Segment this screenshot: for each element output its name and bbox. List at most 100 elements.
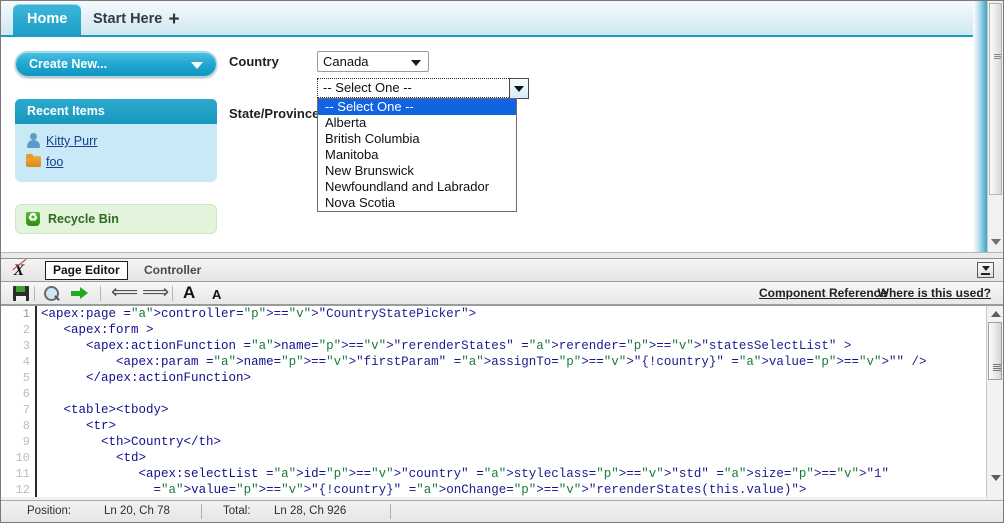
browser-tab-strip: Home Start Here + [1, 1, 1003, 37]
save-icon[interactable] [12, 285, 30, 302]
code-line: <th>Country</th> [41, 434, 985, 450]
create-new-button[interactable]: Create New... [15, 51, 217, 77]
preview-panel: Home Start Here + Create New... Recent I… [1, 1, 1003, 252]
status-bar: Position: Ln 20, Ch 78 Total: Ln 28, Ch … [1, 500, 1003, 522]
tab-home-label: Home [27, 11, 67, 27]
scroll-down-arrow-icon[interactable] [991, 475, 1001, 481]
recycle-bin-link[interactable]: Recycle Bin [15, 204, 217, 234]
recent-item-label: Kitty Purr [46, 134, 97, 148]
increase-font-glyph: A [183, 283, 195, 303]
application-window: Home Start Here + Create New... Recent I… [0, 0, 1004, 523]
line-number: 7 [1, 402, 35, 418]
tab-controller[interactable]: Controller [137, 261, 208, 280]
code-line: <apex:actionFunction ="a">name="p">=="v"… [41, 338, 985, 354]
option-alberta[interactable]: Alberta [318, 115, 516, 131]
component-reference-link[interactable]: Component Reference [759, 286, 887, 300]
increase-font-icon[interactable]: A [183, 285, 201, 302]
code-vertical-scrollbar[interactable] [986, 306, 1003, 497]
country-label: Country [229, 51, 279, 73]
panel-splitter[interactable] [1, 252, 1003, 259]
scroll-up-arrow-icon[interactable] [991, 311, 1001, 317]
code-line: ="a">value="p">=="v">"{!country}" ="a">o… [41, 482, 985, 497]
line-number: 4 [1, 354, 35, 370]
visualforce-x-icon: X [9, 262, 29, 280]
code-editor-panel: X Page Editor Controller [1, 259, 1003, 522]
preview-vertical-scrollbar[interactable] [987, 1, 1003, 252]
position-value: Ln 20, Ch 78 [104, 501, 170, 522]
scrollbar-thumb[interactable] [988, 322, 1002, 380]
option-british-columbia[interactable]: British Columbia [318, 131, 516, 147]
recent-items-header: Recent Items [15, 99, 217, 124]
option-manitoba[interactable]: Manitoba [318, 147, 516, 163]
decrease-font-icon[interactable]: A [212, 285, 230, 302]
scrollbar-thumb[interactable] [989, 3, 1002, 195]
line-number-gutter: 1 2 3 4 5 6 7 8 9 10 11 12 [1, 306, 37, 497]
code-line: </apex:actionFunction> [41, 370, 985, 386]
code-line: <apex:form > [41, 322, 985, 338]
find-icon[interactable] [43, 285, 61, 302]
country-select[interactable]: Canada [317, 51, 429, 72]
state-select[interactable]: -- Select One -- [317, 78, 515, 98]
recycle-bin-label: Recycle Bin [48, 212, 119, 226]
code-line: <apex:page ="a">controller="p">=="v">"Co… [41, 306, 985, 322]
line-number: 5 [1, 370, 35, 386]
line-number: 2 [1, 322, 35, 338]
go-to-icon[interactable] [71, 285, 89, 302]
code-line: <table><tbody> [41, 402, 985, 418]
user-icon [25, 133, 42, 148]
line-number: 11 [1, 466, 35, 482]
scrollbar-grip [993, 364, 1001, 371]
recycle-bin-icon [25, 210, 41, 226]
undo-icon[interactable]: ⟸ [111, 285, 129, 302]
recent-items-title: Recent Items [27, 104, 105, 118]
code-text[interactable]: <apex:page ="a">controller="p">=="v">"Co… [41, 306, 985, 497]
editor-tab-bar: X Page Editor Controller [1, 259, 1003, 282]
list-item[interactable]: foo [15, 152, 217, 173]
option-nova-scotia[interactable]: Nova Scotia [318, 195, 516, 211]
page-content: Create New... Recent Items Kitty Purr fo… [1, 37, 987, 252]
chevron-down-icon [514, 86, 524, 92]
line-number: 6 [1, 386, 35, 402]
tab-start-here[interactable]: Start Here [79, 5, 176, 37]
toolbar-divider [172, 286, 173, 301]
plus-icon[interactable]: + [164, 11, 184, 31]
scroll-down-arrow-icon[interactable] [991, 239, 1001, 245]
code-editor-area[interactable]: 1 2 3 4 5 6 7 8 9 10 11 12 <apex:page ="… [1, 305, 1003, 497]
line-number: 9 [1, 434, 35, 450]
line-number: 3 [1, 338, 35, 354]
collapse-panel-icon[interactable] [977, 262, 994, 278]
line-number: 12 [1, 482, 35, 497]
state-select-wrapper: -- Select One -- -- Select One -- Albert… [317, 78, 515, 98]
total-label: Total: [223, 501, 251, 522]
line-number: 10 [1, 450, 35, 466]
where-is-this-used-link[interactable]: Where is this used? [878, 286, 991, 300]
redo-icon[interactable]: ⟹ [142, 285, 160, 302]
option-newfoundland-and-labrador[interactable]: Newfoundland and Labrador [318, 179, 516, 195]
total-value: Ln 28, Ch 926 [274, 501, 346, 522]
recent-items-list: Kitty Purr foo [15, 124, 217, 182]
code-line: <tr> [41, 418, 985, 434]
tab-home[interactable]: Home [13, 4, 81, 37]
toolbar-divider [100, 286, 101, 301]
line-number: 1 [1, 306, 35, 322]
toolbar-divider [34, 286, 35, 301]
state-label: State/Province [229, 103, 319, 125]
scrollbar-grip [994, 54, 1001, 60]
tab-controller-label: Controller [144, 263, 201, 277]
tab-page-editor[interactable]: Page Editor [45, 261, 128, 280]
folder-icon [25, 154, 42, 169]
state-dropdown-button[interactable] [509, 78, 529, 99]
tab-start-here-label: Start Here [93, 11, 162, 27]
status-divider [390, 504, 391, 519]
option-new-brunswick[interactable]: New Brunswick [318, 163, 516, 179]
recent-item-label: foo [46, 155, 63, 169]
state-options-dropdown[interactable]: -- Select One -- Alberta British Columbi… [317, 98, 517, 212]
code-line [41, 386, 985, 402]
list-item[interactable]: Kitty Purr [15, 131, 217, 152]
code-line: <apex:param ="a">name="p">=="v">"firstPa… [41, 354, 985, 370]
country-selected-value: Canada [323, 54, 369, 69]
option-select-one[interactable]: -- Select One -- [318, 99, 516, 115]
code-line: <apex:selectList ="a">id="p">=="v">"coun… [41, 466, 985, 482]
chevron-down-icon [411, 60, 421, 66]
status-divider [201, 504, 202, 519]
